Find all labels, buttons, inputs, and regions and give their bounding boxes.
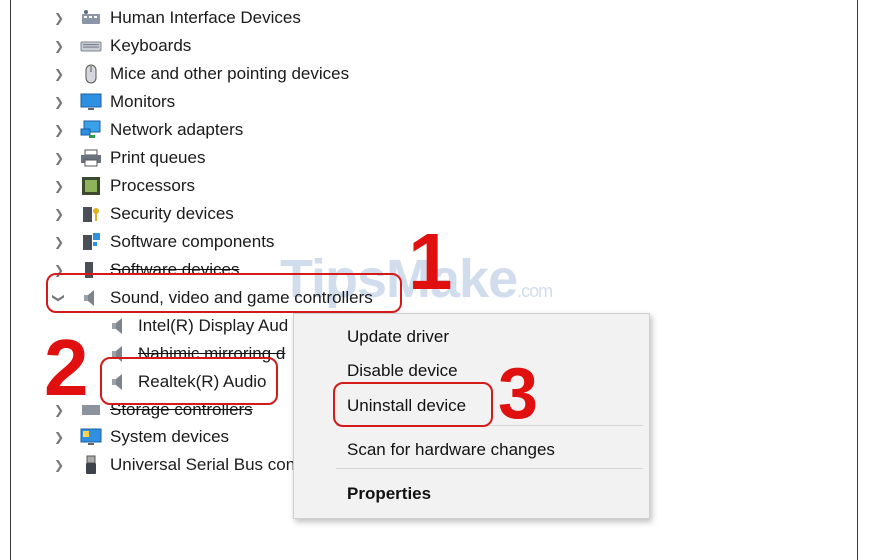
network-adapter-icon — [80, 119, 102, 141]
security-device-icon — [80, 203, 102, 225]
tree-item-print-queues[interactable]: ❯ Print queues — [52, 144, 205, 172]
chevron-right-icon[interactable]: ❯ — [52, 11, 66, 25]
tree-item-label: Universal Serial Bus con — [110, 455, 296, 474]
tree-item-human-interface-devices[interactable]: ❯ Human Interface Devices — [52, 4, 301, 32]
tree-child-intel-display-audio[interactable]: Intel(R) Display Aud — [108, 312, 288, 340]
chevron-right-icon[interactable]: ❯ — [52, 430, 66, 444]
highlight-sound-controllers — [46, 273, 402, 313]
tree-item-label: Processors — [110, 176, 196, 195]
tree-item-security-devices[interactable]: ❯ Security devices — [52, 200, 234, 228]
speaker-icon — [108, 315, 130, 337]
monitor-icon — [80, 91, 102, 113]
software-component-icon — [80, 231, 102, 253]
step-number-3: 3 — [498, 354, 539, 434]
usb-icon — [80, 454, 102, 476]
chevron-right-icon[interactable]: ❯ — [52, 123, 66, 137]
tree-item-software-components[interactable]: ❯ Software components — [52, 228, 274, 256]
mouse-icon — [80, 63, 102, 85]
chevron-right-icon[interactable]: ❯ — [52, 179, 66, 193]
tree-item-label: Human Interface Devices — [110, 8, 301, 27]
tree-item-label: Monitors — [110, 92, 176, 111]
tree-item-label: Intel(R) Display Aud — [138, 316, 289, 335]
tree-item-label: Mice and other pointing devices — [110, 64, 350, 83]
chevron-right-icon[interactable]: ❯ — [52, 207, 66, 221]
chevron-right-icon[interactable]: ❯ — [52, 235, 66, 249]
tree-item-keyboards[interactable]: ❯ Keyboards — [52, 32, 191, 60]
tree-item-label: Software components — [110, 232, 275, 251]
hid-icon — [80, 7, 102, 29]
printer-icon — [80, 147, 102, 169]
tree-item-usb-controllers[interactable]: ❯ Universal Serial Bus con — [52, 451, 295, 479]
tree-item-label: Keyboards — [110, 36, 192, 55]
menu-item-update-driver[interactable]: Update driver — [347, 327, 449, 347]
menu-separator — [336, 468, 643, 469]
tree-item-monitors[interactable]: ❯ Monitors — [52, 88, 175, 116]
step-number-2: 2 — [44, 323, 89, 412]
system-devices-icon — [80, 426, 102, 448]
menu-item-scan-hardware[interactable]: Scan for hardware changes — [347, 440, 555, 460]
tree-item-system-devices[interactable]: ❯ System devices — [52, 423, 229, 451]
tree-item-label: Network adapters — [110, 120, 244, 139]
menu-item-properties[interactable]: Properties — [347, 484, 431, 504]
tree-item-label: Print queues — [110, 148, 206, 167]
tree-item-label: Security devices — [110, 204, 234, 223]
tree-item-mice[interactable]: ❯ Mice and other pointing devices — [52, 60, 349, 88]
step-number-1: 1 — [408, 217, 453, 306]
highlight-uninstall-device — [333, 382, 493, 427]
chevron-right-icon[interactable]: ❯ — [52, 95, 66, 109]
tree-item-processors[interactable]: ❯ Processors — [52, 172, 195, 200]
highlight-realtek-audio — [100, 357, 278, 405]
keyboard-icon — [80, 35, 102, 57]
menu-item-disable-device[interactable]: Disable device — [347, 361, 458, 381]
chevron-right-icon[interactable]: ❯ — [52, 458, 66, 472]
chevron-right-icon[interactable]: ❯ — [52, 151, 66, 165]
chevron-right-icon[interactable]: ❯ — [52, 67, 66, 81]
chevron-right-icon[interactable]: ❯ — [52, 39, 66, 53]
processor-icon — [80, 175, 102, 197]
tree-item-network-adapters[interactable]: ❯ Network adapters — [52, 116, 243, 144]
tree-item-label: System devices — [110, 427, 230, 446]
